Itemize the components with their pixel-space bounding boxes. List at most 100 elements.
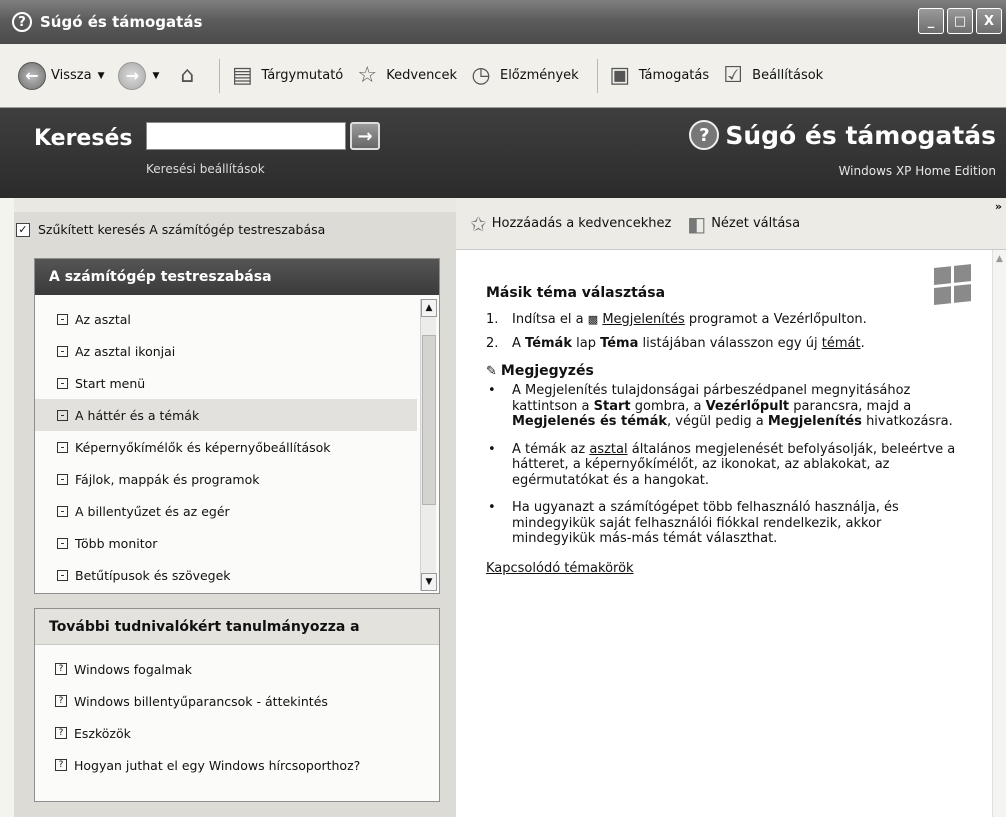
edition-label: Windows XP Home Edition (838, 164, 996, 178)
step-number: 2. (486, 336, 499, 351)
bullet-dot: • (488, 500, 496, 515)
brand-header: ? Súgó és támogatás (689, 120, 996, 150)
step-text-part: lap (576, 336, 596, 351)
search-label: Keresés (34, 126, 133, 151)
note-text-part: hivatkozásra. (866, 414, 953, 429)
topic-item[interactable]: Start menü (35, 367, 417, 399)
customize-panel-header: A számítógép testreszabása (35, 259, 439, 295)
navigation-toolbar: ← Vissza ▼ → ▼ ⌂ ▤ Tárgymutató ☆ Kedvenc… (0, 44, 1006, 108)
star-plus-icon: ✩ (470, 211, 487, 236)
add-to-favorites-button[interactable]: ✩ Hozzáadás a kedvencekhez (470, 212, 671, 236)
history-button[interactable]: ◷ Előzmények (467, 62, 578, 90)
close-button[interactable]: X (976, 8, 1002, 34)
topic-list: Az asztal Az asztal ikonjai Start menü A… (35, 295, 439, 591)
learn-more-label: Windows fogalmak (74, 661, 192, 677)
favorites-button[interactable]: ☆ Kedvencek (353, 62, 457, 90)
help-icon: ? (689, 120, 720, 150)
topic-label: Több monitor (75, 535, 158, 551)
learn-more-item[interactable]: ? Windows billentyűparancsok - áttekintés (35, 685, 439, 717)
topic-label: A háttér és a témák (75, 407, 200, 423)
help-topic-icon: ? (55, 695, 67, 707)
bullet-dot: • (488, 441, 496, 457)
change-view-icon: ◧ (687, 211, 707, 236)
note-text-bold: Megjelenés és témák (512, 414, 668, 429)
step-text-part: Indítsa el a (512, 311, 584, 327)
topic-label: Betűtípusok és szövegek (75, 567, 231, 583)
topic-item[interactable]: Betűtípusok és szövegek (35, 559, 417, 591)
back-label: Vissza (51, 68, 92, 83)
forward-button[interactable]: → ▼ (118, 61, 163, 90)
minimize-button[interactable]: _ (918, 8, 944, 34)
more-chevron-icon[interactable]: » (995, 200, 1002, 213)
topic-label: Fájlok, mappák és programok (75, 471, 260, 487)
note-list: • A Megjelenítés tulajdonságai párbeszéd… (486, 383, 956, 547)
learn-more-item[interactable]: ? Eszközök (35, 717, 439, 749)
scroll-thumb[interactable] (422, 335, 436, 505)
step-text-part: A (512, 336, 521, 351)
note-text-part: , végül pedig a (667, 414, 764, 429)
scroll-up-arrow-icon[interactable]: ▲ (993, 250, 1006, 264)
scope-checkbox-row[interactable]: ✓ Szűkített keresés A számítógép testres… (16, 222, 325, 237)
help-icon: ? (12, 12, 32, 32)
support-button[interactable]: ▣ Támogatás (606, 62, 709, 90)
search-input[interactable] (146, 122, 346, 150)
dropdown-arrow-icon[interactable]: ▼ (98, 71, 105, 81)
topic-item-active[interactable]: A háttér és a témák (35, 399, 417, 431)
topic-item[interactable]: Képernyőkímélők és képernyőbeállítások (35, 431, 417, 463)
topic-list-scrollbar[interactable]: ▲ ▼ (420, 299, 437, 591)
note-item: • Ha ugyanazt a számítógépet több felhas… (486, 500, 956, 547)
change-view-button[interactable]: ◧ Nézet váltása (687, 212, 800, 236)
scope-label: Szűkített keresés A számítógép testresza… (38, 222, 326, 237)
related-topics-link[interactable]: Kapcsolódó témakörök (486, 561, 956, 577)
index-button[interactable]: ▤ Tárgymutató (228, 62, 343, 90)
topic-label: A billentyűzet és az egér (75, 503, 230, 519)
topic-item[interactable]: Az asztal (35, 303, 417, 335)
options-label: Beállítások (752, 68, 824, 83)
topic-item[interactable]: A billentyűzet és az egér (35, 495, 417, 527)
maximize-button[interactable]: □ (947, 8, 973, 34)
bullet-dot: • (488, 383, 496, 398)
topic-item[interactable]: Több monitor (35, 527, 417, 559)
desktop-link[interactable]: asztal (589, 442, 627, 457)
index-label: Tárgymutató (261, 68, 344, 83)
display-link[interactable]: Megjelenítés (602, 312, 684, 327)
learn-more-item[interactable]: ? Windows fogalmak (35, 653, 439, 685)
dropdown-arrow-icon[interactable]: ▼ (152, 71, 159, 81)
home-button[interactable]: ⌂ (173, 62, 201, 90)
theme-link[interactable]: témát (822, 336, 861, 351)
topic-label: Az asztal (75, 311, 131, 327)
back-arrow-icon: ← (18, 61, 46, 90)
scroll-down-button[interactable]: ▼ (421, 573, 437, 591)
note-text: Ha ugyanazt a számítógépet több felhaszn… (512, 500, 899, 546)
note-item: • A Megjelenítés tulajdonságai párbeszéd… (486, 383, 956, 430)
search-go-button[interactable]: → (350, 122, 380, 150)
step-item: 2. A Témák lap Téma listájában válasszon… (486, 336, 956, 352)
scroll-up-button[interactable]: ▲ (421, 299, 437, 317)
topic-bullet-icon (57, 409, 68, 421)
note-text: A témák az asztal általános megjelenését… (512, 442, 956, 489)
article-content: Másik téma választása 1. Indítsa el a ▩ … (486, 285, 956, 577)
note-text-part: A témák az (512, 441, 586, 457)
options-button[interactable]: ☑ Beállítások (719, 62, 823, 90)
step-item: 1. Indítsa el a ▩ Megjelenítés programot… (486, 312, 956, 328)
topic-label: Start menü (75, 375, 146, 391)
search-options-link[interactable]: Keresési beállítások (146, 162, 265, 176)
help-topic-icon: ? (55, 727, 67, 739)
content-scrollbar[interactable]: ▲ (992, 250, 1006, 817)
topic-bullet-icon (57, 505, 68, 517)
topic-item[interactable]: Az asztal ikonjai (35, 335, 417, 367)
back-button[interactable]: ← Vissza ▼ (18, 61, 108, 90)
topic-bullet-icon (57, 377, 68, 389)
checklist-icon: ☑ (723, 63, 744, 88)
note-text-bold: Start (593, 398, 631, 414)
toolbar-separator (596, 58, 598, 93)
step-text-part: . (860, 336, 865, 351)
note-text-part: parancsra, majd a (793, 398, 912, 414)
learn-more-item[interactable]: ? Hogyan juthat el egy Windows hírcsoport… (35, 749, 439, 781)
scope-checkbox[interactable]: ✓ (16, 222, 30, 237)
help-topic-icon: ? (55, 759, 67, 771)
topic-bullet-icon (57, 473, 68, 485)
article-title: Másik téma választása (486, 285, 666, 301)
topic-item[interactable]: Fájlok, mappák és programok (35, 463, 417, 495)
content-pane: ✩ Hozzáadás a kedvencekhez ◧ Nézet váltá… (456, 198, 1006, 817)
